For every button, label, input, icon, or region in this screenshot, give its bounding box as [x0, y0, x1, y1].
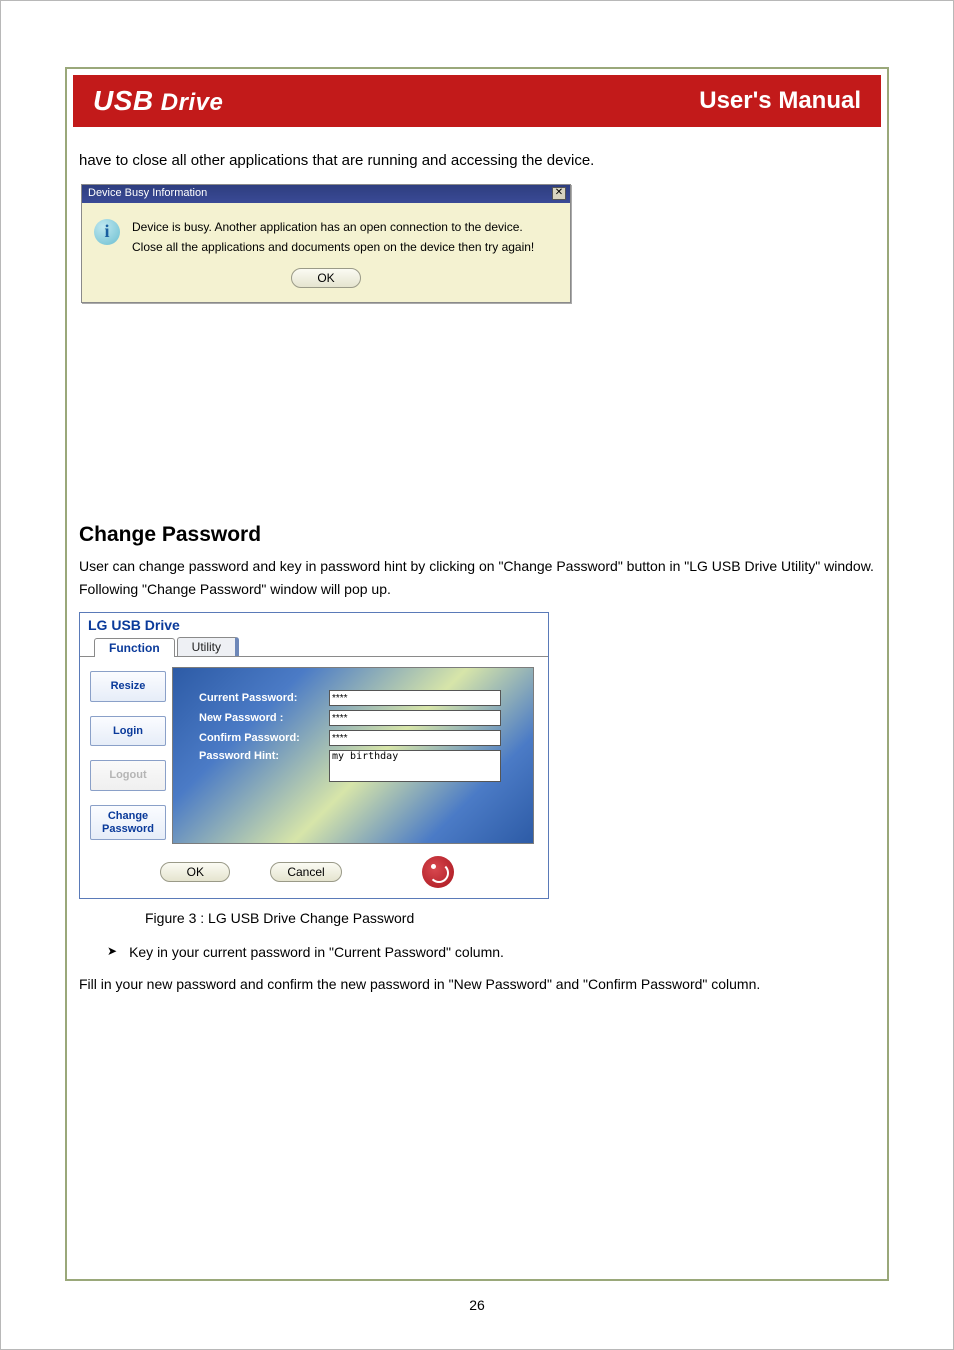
- document-header: USB USB DriveDrive User's Manual: [73, 75, 881, 127]
- dialog-message-line: Device is busy. Another application has …: [132, 217, 534, 237]
- info-icon: i: [94, 219, 120, 245]
- paragraph: User can change password and key in pass…: [79, 555, 875, 603]
- tab-strip: Function Utility: [80, 633, 548, 657]
- section-heading: Change Password: [79, 523, 875, 547]
- ok-button[interactable]: OK: [160, 862, 230, 882]
- current-password-label: Current Password:: [199, 692, 329, 704]
- dialog-message-line: Close all the applications and documents…: [132, 237, 534, 257]
- current-password-input[interactable]: [329, 690, 501, 706]
- device-busy-dialog: Device Busy Information ✕ i Device is bu…: [81, 184, 571, 303]
- ok-button[interactable]: OK: [291, 268, 361, 288]
- figure-caption: Figure 3 : LG USB Drive Change Password: [145, 907, 875, 931]
- confirm-password-input[interactable]: [329, 730, 501, 746]
- resize-button[interactable]: Resize: [90, 671, 166, 702]
- lg-usb-drive-dialog: LG USB Drive Function Utility Resize Log…: [79, 612, 549, 899]
- password-form-panel: Current Password: New Password : Confirm…: [172, 667, 534, 844]
- logo-text: USB USB DriveDrive: [93, 85, 223, 117]
- document-title: User's Manual: [699, 87, 861, 115]
- login-button[interactable]: Login: [90, 716, 166, 747]
- page-number: 26: [469, 1297, 485, 1313]
- close-icon[interactable]: ✕: [552, 187, 566, 200]
- paragraph: have to close all other applications tha…: [79, 149, 875, 174]
- dialog-title: LG USB Drive: [80, 613, 548, 633]
- paragraph: Fill in your new password and confirm th…: [79, 973, 875, 997]
- cancel-button[interactable]: Cancel: [270, 862, 341, 882]
- new-password-label: New Password :: [199, 712, 329, 724]
- bullet-text: Key in your current password in "Current…: [129, 941, 504, 965]
- lg-logo-icon: [422, 856, 454, 888]
- tab-function[interactable]: Function: [94, 638, 175, 657]
- dialog-title: Device Busy Information: [88, 187, 207, 199]
- tab-utility[interactable]: Utility: [177, 637, 239, 656]
- logout-button: Logout: [90, 760, 166, 791]
- password-hint-label: Password Hint:: [199, 750, 329, 762]
- change-password-button[interactable]: ChangePassword: [90, 805, 166, 840]
- bullet-icon: ➤: [107, 944, 117, 958]
- new-password-input[interactable]: [329, 710, 501, 726]
- confirm-password-label: Confirm Password:: [199, 732, 329, 744]
- dialog-titlebar: Device Busy Information ✕: [82, 185, 570, 203]
- password-hint-input[interactable]: [329, 750, 501, 782]
